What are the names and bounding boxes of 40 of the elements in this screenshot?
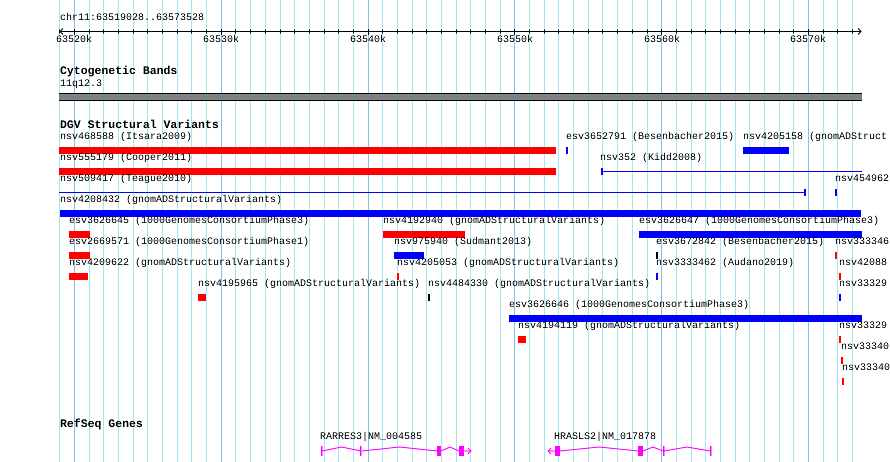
variant-label: nsv42088 <box>839 258 888 270</box>
variant-label: esv3626645 (1000GenomesConsortiumPhase3) <box>69 216 310 228</box>
variant-label: nsv4205053 (gnomADStructuralVariants) <box>397 258 620 270</box>
region-title: chr11:63519028..63573528 <box>60 13 204 25</box>
variant-label: nsv4194119 (gnomADStructuralVariants) <box>518 321 740 333</box>
variant-label: esv2669571 (1000GenomesConsortiumPhase1) <box>69 237 310 249</box>
variant-label: esv3672842 (Besenbacher2015) <box>656 237 824 249</box>
gene-label: RARRES3|NM_004585 <box>320 432 422 444</box>
variant-label: nsv975940 (Sudmant2013) <box>394 237 532 249</box>
axis-tick-label: 63550k <box>497 35 533 47</box>
variant-label: nsv555179 (Cooper2011) <box>60 153 192 165</box>
variant-label: esv3626646 (1000GenomesConsortiumPhase3) <box>509 300 750 312</box>
variant-label: nsv3333462 (Audano2019) <box>656 258 794 270</box>
variant-label: nsv352 (Kidd2008) <box>600 153 702 165</box>
axis-tick-label: 63570k <box>790 35 826 47</box>
variant-label: nsv33329 <box>839 321 888 333</box>
variant-label: nsv4195965 (gnomADStructuralVariants) <box>198 279 420 291</box>
variant-label: nsv468588 (Itsara2009) <box>60 132 192 144</box>
variant-label: nsv454962 <box>835 174 890 186</box>
variant-label: esv3652791 (Besenbacher2015) <box>566 132 734 144</box>
variant-label: nsv333346 <box>835 237 890 249</box>
band-label: 11q12.3 <box>60 79 102 91</box>
variant-label: nsv4208432 (gnomADStructuralVariants) <box>60 195 282 207</box>
variant-label: nsv509417 (Teague2010) <box>60 174 192 186</box>
variant-label: nsv4205158 (gnomADStruct <box>743 132 888 144</box>
axis-tick-label: 63560k <box>644 35 680 47</box>
variant-label: nsv33329 <box>839 279 888 291</box>
track-title: Cytogenetic Bands <box>60 66 178 78</box>
variant-label: nsv4209622 (gnomADStructuralVariants) <box>69 258 292 270</box>
variant-label: nsv4484330 (gnomADStructuralVariants) <box>428 279 650 291</box>
axis-tick-label: 63530k <box>203 35 239 47</box>
variant-label: esv3626647 (1000GenomesConsortiumPhase3) <box>639 216 880 228</box>
variant-label: nsv33340 <box>842 363 890 375</box>
variant-label: nsv4192940 (gnomADStructuralVariants) <box>383 216 606 228</box>
gene-label: HRASLS2|NM_017878 <box>554 432 656 444</box>
axis-tick-label: 63520k <box>56 35 92 47</box>
axis-tick-label: 63540k <box>350 35 386 47</box>
track-title: DGV Structural Variants <box>60 120 219 132</box>
variant-label: nsv33340 <box>841 342 890 354</box>
track-title: RefSeq Genes <box>60 419 143 431</box>
